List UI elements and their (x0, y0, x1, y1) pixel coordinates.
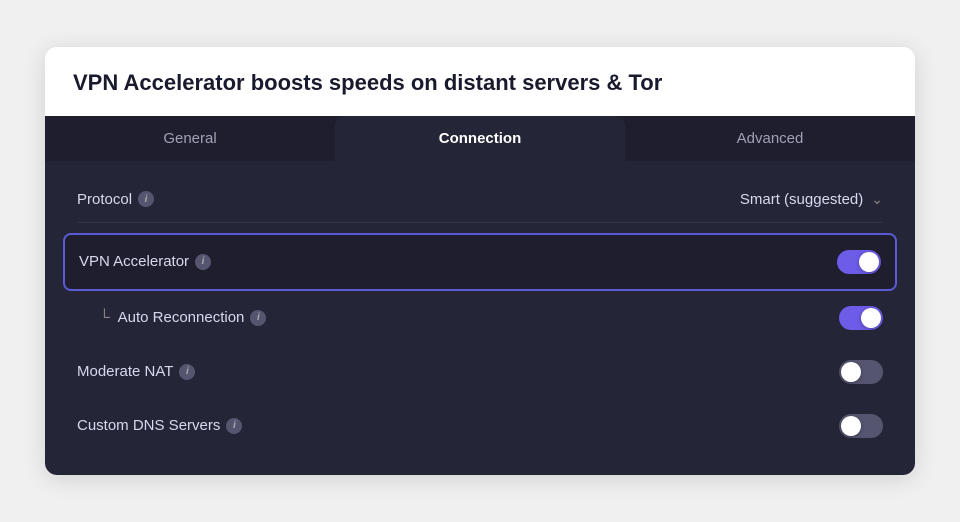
settings-panel: Protocol i Smart (suggested) ⌄ VPN Accel… (45, 161, 915, 475)
protocol-info-icon[interactable]: i (138, 191, 154, 207)
chevron-down-icon: ⌄ (871, 191, 883, 208)
auto-reconnection-toggle[interactable] (839, 306, 883, 330)
custom-dns-label: Custom DNS Servers i (77, 417, 242, 434)
tab-advanced[interactable]: Advanced (625, 116, 915, 161)
vpn-accelerator-info-icon[interactable]: i (195, 254, 211, 270)
tab-bar: General Connection Advanced (45, 116, 915, 161)
vpn-accelerator-label: VPN Accelerator i (79, 253, 211, 270)
auto-reconnection-info-icon[interactable]: i (250, 310, 266, 326)
auto-reconnection-row: └ Auto Reconnection i (77, 291, 883, 345)
sub-arrow-icon: └ (99, 309, 110, 326)
card-body: General Connection Advanced Protocol i S… (45, 116, 915, 475)
card-title: VPN Accelerator boosts speeds on distant… (73, 69, 887, 98)
custom-dns-info-icon[interactable]: i (226, 418, 242, 434)
protocol-row: Protocol i Smart (suggested) ⌄ (77, 179, 883, 223)
custom-dns-toggle[interactable] (839, 414, 883, 438)
protocol-label: Protocol i (77, 191, 154, 208)
card-header: VPN Accelerator boosts speeds on distant… (45, 47, 915, 116)
main-card: VPN Accelerator boosts speeds on distant… (45, 47, 915, 475)
vpn-accelerator-row: VPN Accelerator i (63, 233, 897, 291)
protocol-value[interactable]: Smart (suggested) ⌄ (740, 191, 883, 208)
tab-connection[interactable]: Connection (335, 116, 625, 161)
moderate-nat-info-icon[interactable]: i (179, 364, 195, 380)
tab-general[interactable]: General (45, 116, 335, 161)
moderate-nat-row: Moderate NAT i (77, 345, 883, 399)
auto-reconnection-label: └ Auto Reconnection i (99, 309, 266, 326)
moderate-nat-toggle[interactable] (839, 360, 883, 384)
moderate-nat-label: Moderate NAT i (77, 363, 195, 380)
vpn-accelerator-toggle[interactable] (837, 250, 881, 274)
custom-dns-row: Custom DNS Servers i (77, 399, 883, 453)
